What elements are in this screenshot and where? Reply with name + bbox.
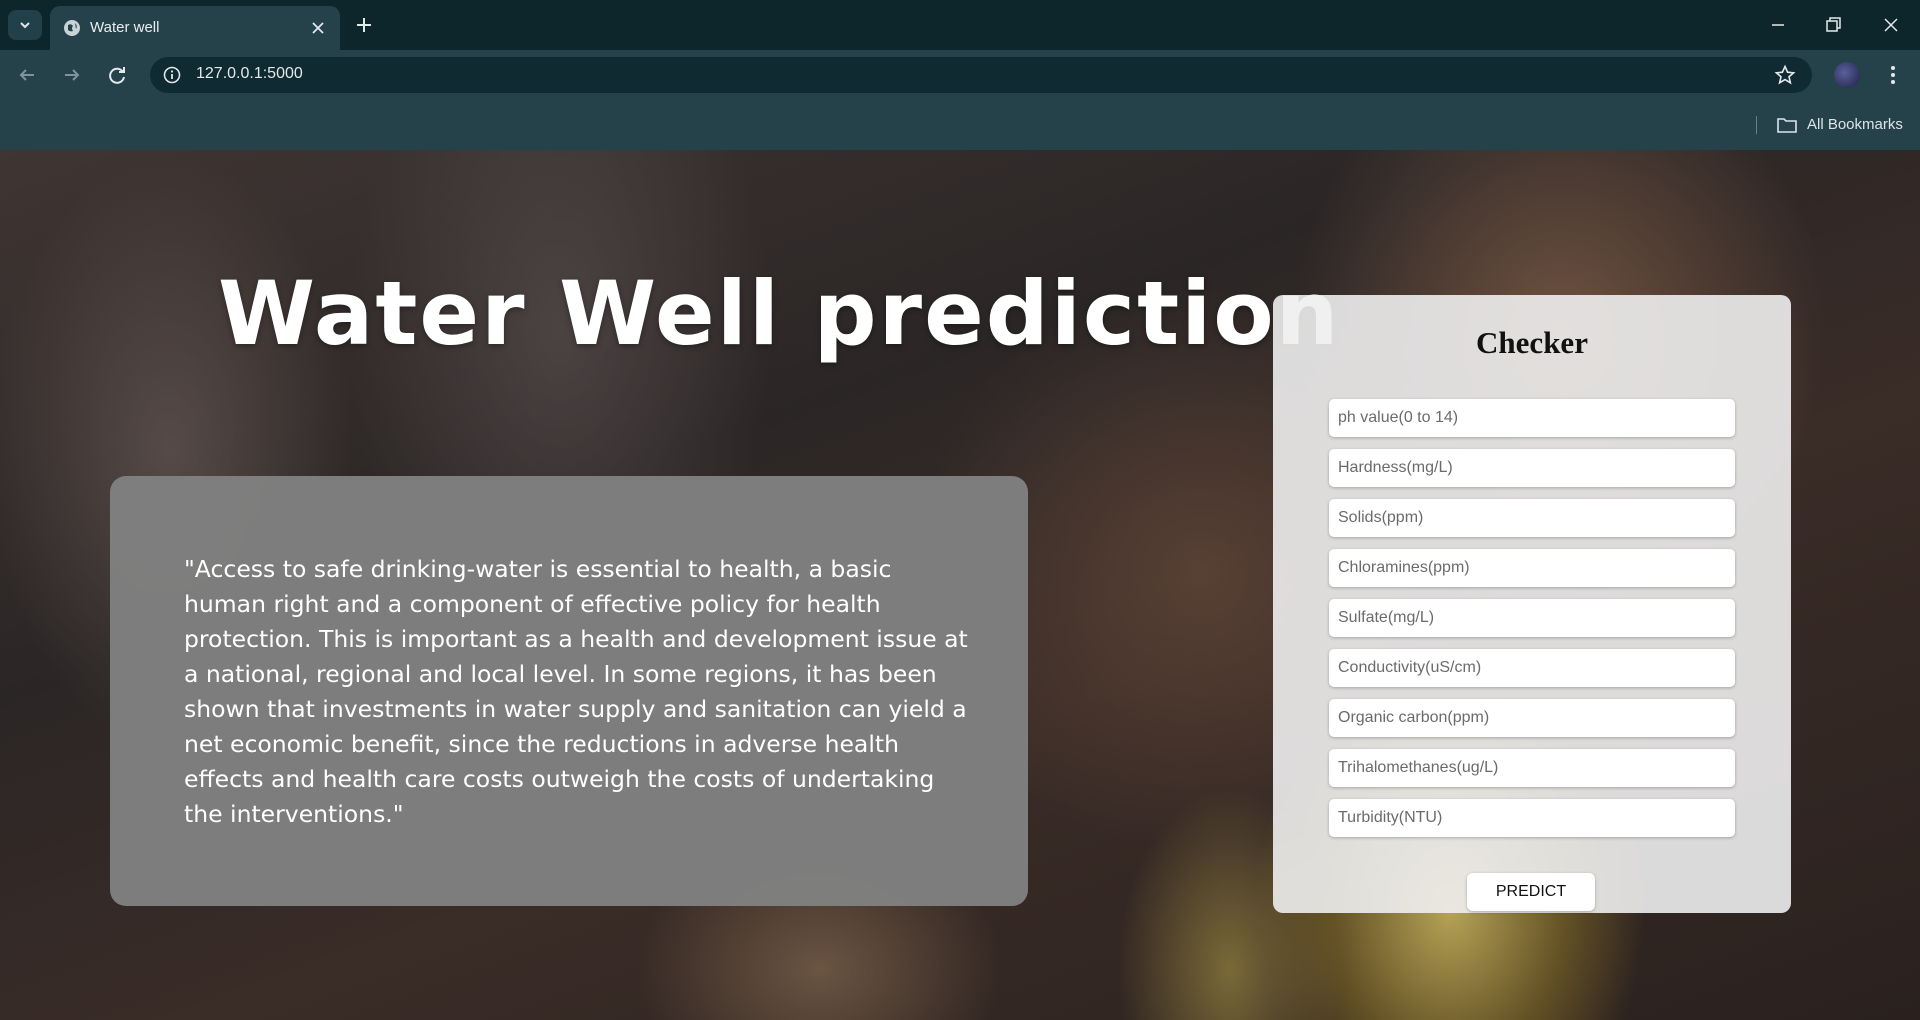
restore-icon[interactable] (1820, 12, 1846, 38)
forward-arrow-icon[interactable] (59, 62, 85, 88)
solids-input[interactable] (1329, 499, 1735, 537)
profile-avatar[interactable] (1834, 62, 1860, 88)
browser-toolbar: 127.0.0.1:5000 (0, 50, 1920, 100)
star-icon[interactable] (1774, 64, 1796, 86)
hardness-input[interactable] (1329, 449, 1735, 487)
address-bar[interactable]: 127.0.0.1:5000 (150, 57, 1812, 93)
ph-input[interactable] (1329, 399, 1735, 437)
page-title: Water Well prediction (218, 262, 1341, 365)
turbidity-input[interactable] (1329, 799, 1735, 837)
organic-carbon-input[interactable] (1329, 699, 1735, 737)
tab-bar: Water well (0, 0, 1920, 50)
bookmarks-bar: All Bookmarks (0, 100, 1920, 150)
predict-button[interactable]: PREDICT (1467, 873, 1595, 911)
chloramines-input[interactable] (1329, 549, 1735, 587)
back-arrow-icon[interactable] (14, 62, 40, 88)
sulfate-input[interactable] (1329, 599, 1735, 637)
page-background: Water Well prediction "Access to safe dr… (0, 150, 1920, 1020)
all-bookmarks-link[interactable]: All Bookmarks (1807, 116, 1903, 133)
conductivity-input[interactable] (1329, 649, 1735, 687)
chevron-down-icon (20, 22, 30, 29)
checker-form: Checker PREDICT (1273, 295, 1791, 913)
trihalomethanes-input[interactable] (1329, 749, 1735, 787)
plus-icon[interactable] (352, 13, 376, 37)
close-window-icon[interactable] (1878, 12, 1904, 38)
quote-text: "Access to safe drinking-water is essent… (184, 555, 968, 828)
checker-title: Checker (1476, 325, 1588, 360)
tab-title: Water well (90, 19, 160, 36)
url-text[interactable]: 127.0.0.1:5000 (196, 65, 303, 83)
reload-icon[interactable] (104, 62, 130, 88)
info-icon[interactable] (162, 65, 182, 85)
browser-tab[interactable]: Water well (50, 6, 340, 50)
bookmarks-separator (1756, 116, 1757, 134)
tab-search-button[interactable] (8, 10, 42, 40)
more-vert-icon[interactable] (1880, 62, 1906, 88)
close-icon[interactable] (308, 18, 328, 38)
globe-icon (64, 20, 80, 36)
minimize-icon[interactable] (1765, 12, 1791, 38)
folder-icon[interactable] (1776, 115, 1798, 135)
quote-card: "Access to safe drinking-water is essent… (110, 476, 1028, 906)
